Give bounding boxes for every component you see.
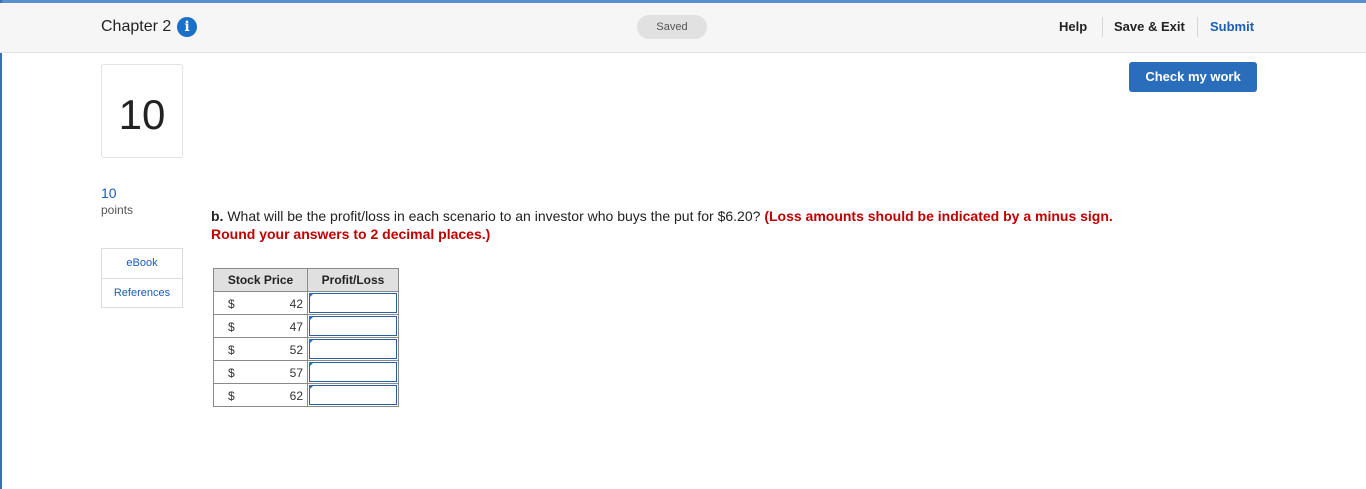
question-body: What will be the profit/loss in each sce… [223,208,765,224]
stock-price-value: 47 [289,320,303,334]
stock-price-cell: $ 47 [213,314,308,338]
stock-price-value: 52 [289,343,303,357]
currency-symbol: $ [228,389,235,403]
input-flag-icon [309,339,314,344]
stock-price-cell: $ 62 [213,383,308,407]
answer-table: Stock Price Profit/Loss $ 42 $ 47 $ 52 $… [213,268,399,407]
stock-price-cell: $ 57 [213,360,308,384]
resource-links: eBook References [101,248,183,308]
left-accent-line [0,0,2,489]
profit-loss-input[interactable] [309,316,397,336]
question-number-box: 10 [101,64,183,158]
profit-loss-cell [307,314,399,338]
column-header-profit-loss: Profit/Loss [307,268,399,292]
currency-symbol: $ [228,297,235,311]
saved-status-badge: Saved [637,15,707,39]
table-row: $ 47 [213,314,399,338]
profit-loss-input[interactable] [309,293,397,313]
question-text: b. What will be the profit/loss in each … [211,207,1151,243]
ebook-link[interactable]: eBook [102,257,182,269]
stock-price-cell: $ 42 [213,291,308,315]
stock-price-value: 57 [289,366,303,380]
points-label: points [101,203,134,217]
stock-price-cell: $ 52 [213,337,308,361]
currency-symbol: $ [228,343,235,357]
profit-loss-cell [307,291,399,315]
references-link[interactable]: References [102,287,182,299]
submit-button[interactable]: Submit [1210,19,1254,34]
question-part-label: b. [211,208,224,224]
points-value: 10 [101,185,117,201]
input-flag-icon [309,385,314,390]
input-flag-icon [309,293,314,298]
table-row: $ 62 [213,383,399,407]
help-button[interactable]: Help [1059,19,1087,34]
profit-loss-cell [307,337,399,361]
profit-loss-input[interactable] [309,385,397,405]
nav-divider [1197,17,1198,37]
table-row: $ 57 [213,360,399,384]
stock-price-value: 62 [289,389,303,403]
currency-symbol: $ [228,320,235,334]
input-flag-icon [309,362,314,367]
profit-loss-cell [307,383,399,407]
column-header-stock-price: Stock Price [213,268,308,292]
profit-loss-cell [307,360,399,384]
question-number: 10 [118,91,166,138]
nav-divider [1102,17,1103,37]
header-bar: Chapter 2 i Saved Help Save & Exit Submi… [0,3,1366,53]
profit-loss-input[interactable] [309,339,397,359]
chapter-title: Chapter 2 [101,18,172,35]
save-exit-button[interactable]: Save & Exit [1114,19,1185,34]
table-row: $ 52 [213,337,399,361]
table-row: $ 42 [213,291,399,315]
profit-loss-input[interactable] [309,362,397,382]
stock-price-value: 42 [289,297,303,311]
currency-symbol: $ [228,366,235,380]
input-flag-icon [309,316,314,321]
info-icon[interactable]: i [177,17,197,37]
divider [102,278,182,279]
check-my-work-button[interactable]: Check my work [1129,62,1257,92]
